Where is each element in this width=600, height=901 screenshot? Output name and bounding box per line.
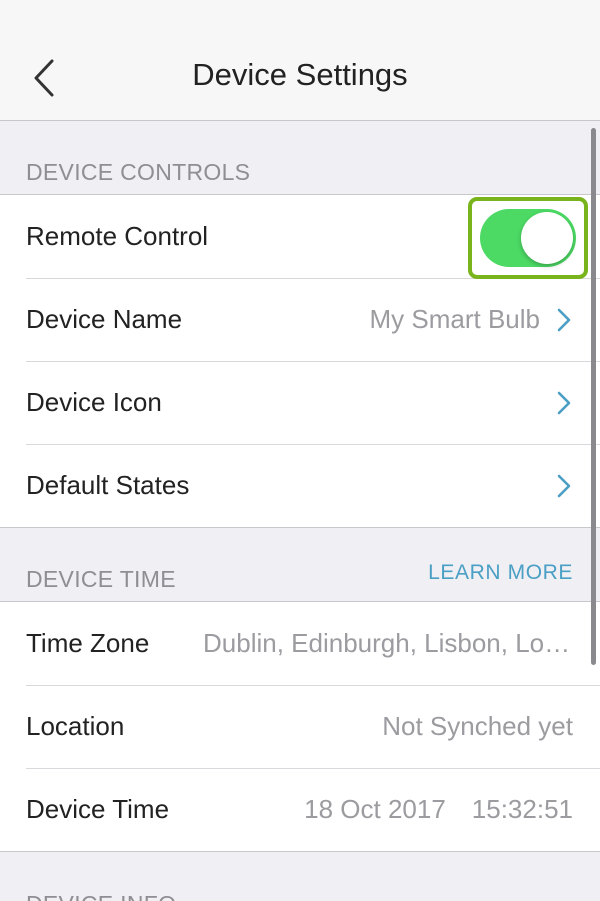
- default-states-label: Default States: [26, 470, 190, 500]
- location-label: Location: [26, 711, 125, 741]
- section-title: DEVICE CONTROLS: [26, 159, 251, 185]
- device-time-row: Device Time 18 Oct 2017 15:32:51: [0, 768, 600, 851]
- device-time-group: Time Zone Dublin, Edinburgh, Lisbon, Lon…: [0, 601, 600, 852]
- page-title: Device Settings: [192, 57, 408, 92]
- remote-control-label: Remote Control: [26, 221, 209, 251]
- location-value: Not Synched yet: [382, 711, 573, 741]
- default-states-row[interactable]: Default States: [0, 444, 600, 527]
- device-icon-row[interactable]: Device Icon: [0, 361, 600, 444]
- toggle-knob: [521, 212, 573, 264]
- section-header-device-info: DEVICE INFO: [0, 853, 600, 901]
- chevron-right-icon: [555, 307, 573, 333]
- time-zone-row[interactable]: Time Zone Dublin, Edinburgh, Lisbon, Lon…: [0, 602, 600, 685]
- remote-control-toggle-highlight: [468, 197, 588, 279]
- device-name-row[interactable]: Device Name My Smart Bulb: [0, 278, 600, 361]
- chevron-right-icon: [555, 473, 573, 499]
- location-row[interactable]: Location Not Synched yet: [0, 685, 600, 768]
- device-time-date: 18 Oct 2017: [304, 794, 446, 824]
- section-title: DEVICE TIME: [26, 566, 176, 592]
- device-icon-label: Device Icon: [26, 387, 162, 417]
- time-zone-value: Dublin, Edinburgh, Lisbon, London: [203, 628, 573, 658]
- remote-control-toggle[interactable]: [480, 209, 576, 267]
- time-zone-label: Time Zone: [26, 628, 150, 658]
- section-title: DEVICE INFO: [26, 891, 176, 901]
- device-time-value: 18 Oct 2017 15:32:51: [304, 794, 573, 825]
- device-time-label: Device Time: [26, 794, 170, 824]
- learn-more-link[interactable]: LEARN MORE: [428, 561, 573, 585]
- scrollbar[interactable]: [591, 128, 596, 665]
- device-name-value: My Smart Bulb: [369, 304, 541, 334]
- device-settings-screen: Device Settings DEVICE CONTROLS Remote C…: [0, 0, 600, 901]
- device-time-clock: 15:32:51: [471, 794, 573, 824]
- section-header-device-controls: DEVICE CONTROLS: [0, 122, 600, 194]
- nav-bar: Device Settings: [0, 0, 600, 121]
- section-header-device-time: DEVICE TIME LEARN MORE: [0, 529, 600, 601]
- chevron-right-icon: [555, 390, 573, 416]
- device-name-label: Device Name: [26, 304, 183, 334]
